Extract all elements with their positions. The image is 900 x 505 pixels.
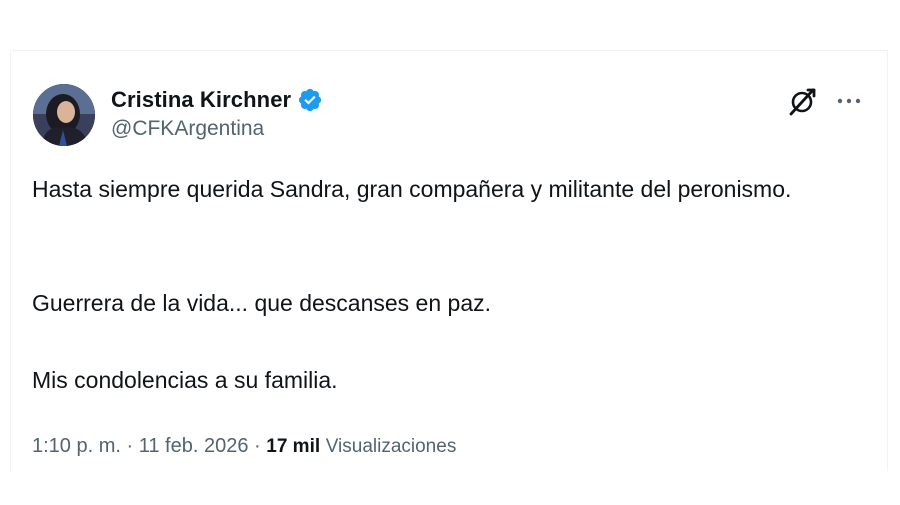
avatar-image [33,84,95,146]
tweet-time[interactable]: 1:10 p. m. [32,435,121,457]
views-count[interactable]: 17 mil [266,436,320,457]
meta-separator: · [254,435,261,457]
author-name-row[interactable]: Cristina Kirchner [111,85,323,115]
avatar[interactable] [33,84,95,146]
more-options-icon[interactable] [834,89,864,113]
tweet-meta: 1:10 p. m. · 11 feb. 2026 · 17 mil Visua… [32,431,456,462]
tweet-date[interactable]: 11 feb. 2026 [139,435,249,457]
page: Cristina Kirchner @CFKArgentina Hasta si… [0,0,900,505]
tweet-text-paragraph: Mis condolencias a su familia. [32,367,338,393]
meta-separator: · [126,435,134,457]
verified-badge-icon[interactable] [297,87,323,113]
author-handle[interactable]: @CFKArgentina [111,117,264,141]
tweet-text-paragraph: Guerrera de la vida... que descanses en … [32,290,492,316]
tweet-text-paragraph: Hasta siempre querida Sandra, gran compa… [32,176,792,202]
tweet-card[interactable]: Cristina Kirchner @CFKArgentina Hasta si… [10,50,888,471]
views-label[interactable]: Visualizaciones [326,436,457,457]
grok-icon[interactable] [787,87,817,117]
author-display-name[interactable]: Cristina Kirchner [111,87,291,113]
